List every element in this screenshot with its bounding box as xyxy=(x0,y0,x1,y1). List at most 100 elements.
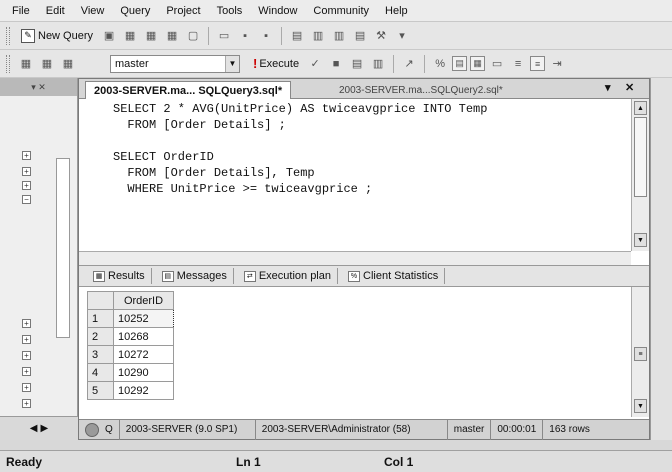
expand-icon[interactable]: + xyxy=(22,151,31,160)
scrollbar-thumb[interactable] xyxy=(634,117,647,197)
template-explorer-icon[interactable]: ▥ xyxy=(330,27,348,45)
results-to-grid-icon[interactable]: ▦ xyxy=(470,56,486,71)
execute-button[interactable]: ! Execute xyxy=(249,56,303,71)
tree-node[interactable]: + xyxy=(22,334,34,344)
menu-community[interactable]: Community xyxy=(305,5,377,17)
expand-icon[interactable]: + xyxy=(22,181,31,190)
expand-icon[interactable]: + xyxy=(22,335,31,344)
expand-icon[interactable]: + xyxy=(22,367,31,376)
results-to-text-icon[interactable]: ▤ xyxy=(452,56,468,71)
object-explorer-icon[interactable]: ▥ xyxy=(309,27,327,45)
disconnect-icon[interactable]: ▦ xyxy=(38,55,56,73)
table-row[interactable]: 4 10290 xyxy=(87,363,174,382)
expand-icon[interactable]: + xyxy=(22,167,31,176)
analysis-query-icon[interactable]: ▦ xyxy=(121,27,139,45)
properties-icon[interactable]: ▤ xyxy=(351,27,369,45)
tab-sqlquery3[interactable]: 2003-SERVER.ma... SQLQuery3.sql* xyxy=(85,81,292,99)
expand-icon[interactable]: + xyxy=(22,351,31,360)
tree-node[interactable]: + xyxy=(22,366,34,376)
dmx-query-icon[interactable]: ▦ xyxy=(163,27,181,45)
cancel-query-icon[interactable]: ■ xyxy=(327,55,345,73)
table-row[interactable]: 5 10292 xyxy=(87,381,174,400)
expand-icon[interactable]: + xyxy=(22,319,31,328)
tab-execution-plan[interactable]: ⇄ Execution plan xyxy=(238,268,338,284)
editor-vertical-scrollbar[interactable]: ▲ ▼ xyxy=(631,99,649,251)
cell-orderid[interactable]: 10268 xyxy=(113,327,174,346)
mdx-query-icon[interactable]: ▦ xyxy=(142,27,160,45)
editor-horizontal-scrollbar[interactable] xyxy=(79,251,631,265)
row-number[interactable]: 1 xyxy=(87,309,114,328)
tree-node[interactable]: + xyxy=(22,398,34,408)
tab-sqlquery2[interactable]: 2003-SERVER.ma...SQLQuery2.sql* xyxy=(331,81,511,99)
menu-query[interactable]: Query xyxy=(112,5,158,17)
table-row[interactable]: 1 10252 xyxy=(87,309,174,328)
connect-icon[interactable]: ▦ xyxy=(17,55,35,73)
tree-node[interactable]: + xyxy=(22,318,34,328)
tab-results[interactable]: ▦ Results xyxy=(87,268,152,284)
explorer-scrollbar[interactable] xyxy=(56,158,70,338)
menu-help[interactable]: Help xyxy=(377,5,416,17)
expand-icon[interactable]: + xyxy=(22,399,31,408)
database-engine-query-icon[interactable]: ▣ xyxy=(100,27,118,45)
cell-orderid[interactable]: 10292 xyxy=(113,381,174,400)
menu-edit[interactable]: Edit xyxy=(38,5,73,17)
collapse-icon[interactable]: − xyxy=(22,195,31,204)
change-connection-icon[interactable]: ▦ xyxy=(59,55,77,73)
toolbar-grip[interactable] xyxy=(6,26,10,45)
save-all-icon[interactable]: ▪ xyxy=(257,27,275,45)
toolbox-icon[interactable]: ⚒ xyxy=(372,27,390,45)
row-number[interactable]: 5 xyxy=(87,381,114,400)
uncomment-icon[interactable]: ≡ xyxy=(530,56,546,71)
indent-icon[interactable]: ⇥ xyxy=(548,55,566,73)
sql-editor[interactable]: SELECT 2 * AVG(UnitPrice) AS twiceavgpri… xyxy=(79,99,631,251)
scrollbar-thumb[interactable]: ≡ xyxy=(634,347,647,361)
save-icon[interactable]: ▪ xyxy=(236,27,254,45)
row-number[interactable]: 2 xyxy=(87,327,114,346)
cell-orderid[interactable]: 10272 xyxy=(113,345,174,364)
scroll-down-icon[interactable]: ▼ xyxy=(634,399,647,413)
column-header-orderid[interactable]: OrderID xyxy=(113,291,174,310)
cell-orderid[interactable]: 10290 xyxy=(113,363,174,382)
scroll-left-icon[interactable]: ◀ xyxy=(30,423,38,434)
close-icon[interactable]: ✕ xyxy=(625,81,634,94)
cell-orderid[interactable]: 10252 xyxy=(113,309,174,328)
menu-window[interactable]: Window xyxy=(250,5,305,17)
results-vertical-scrollbar[interactable]: ≡ ▼ xyxy=(631,287,649,417)
tree-node[interactable]: + xyxy=(22,382,34,392)
tree-node[interactable]: + xyxy=(22,350,34,360)
menu-tools[interactable]: Tools xyxy=(209,5,251,17)
xmla-query-icon[interactable]: ▢ xyxy=(184,27,202,45)
tab-messages[interactable]: ▤ Messages xyxy=(156,268,234,284)
tree-node[interactable]: + xyxy=(22,150,34,160)
menu-view[interactable]: View xyxy=(73,5,113,17)
available-databases-dropdown[interactable]: master ▼ xyxy=(110,54,240,73)
table-row[interactable]: 2 10268 xyxy=(87,327,174,346)
registered-servers-icon[interactable]: ▤ xyxy=(288,27,306,45)
query-designer-icon[interactable]: ▥ xyxy=(369,55,387,73)
toolbar-grip[interactable] xyxy=(6,54,10,73)
row-number[interactable]: 3 xyxy=(87,345,114,364)
expand-icon[interactable]: + xyxy=(22,383,31,392)
tree-node[interactable]: + xyxy=(22,166,34,176)
toolbar-options-icon[interactable]: ▾ xyxy=(393,27,411,45)
tree-node[interactable]: + xyxy=(22,180,34,190)
tab-menu-icon[interactable]: ▾ xyxy=(605,81,611,94)
display-plan-icon[interactable]: ▤ xyxy=(348,55,366,73)
tree-node[interactable]: − xyxy=(22,194,34,204)
include-plan-icon[interactable]: ↗ xyxy=(400,55,418,73)
comment-icon[interactable]: ≡ xyxy=(509,55,527,73)
table-row[interactable]: 3 10272 xyxy=(87,345,174,364)
row-number[interactable]: 4 xyxy=(87,363,114,382)
scroll-right-icon[interactable]: ▶ xyxy=(41,423,49,434)
menu-project[interactable]: Project xyxy=(158,5,208,17)
new-query-button[interactable]: ✎ New Query xyxy=(17,26,97,46)
client-statistics-icon[interactable]: % xyxy=(431,55,449,73)
tab-client-statistics[interactable]: % Client Statistics xyxy=(342,268,446,284)
open-file-icon[interactable]: ▭ xyxy=(215,27,233,45)
scroll-down-icon[interactable]: ▼ xyxy=(634,233,647,247)
row-header-corner[interactable] xyxy=(87,291,114,310)
chevron-down-icon[interactable]: ▼ xyxy=(225,55,239,72)
menu-file[interactable]: File xyxy=(4,5,38,17)
results-to-file-icon[interactable]: ▭ xyxy=(488,55,506,73)
scroll-up-icon[interactable]: ▲ xyxy=(634,101,647,115)
